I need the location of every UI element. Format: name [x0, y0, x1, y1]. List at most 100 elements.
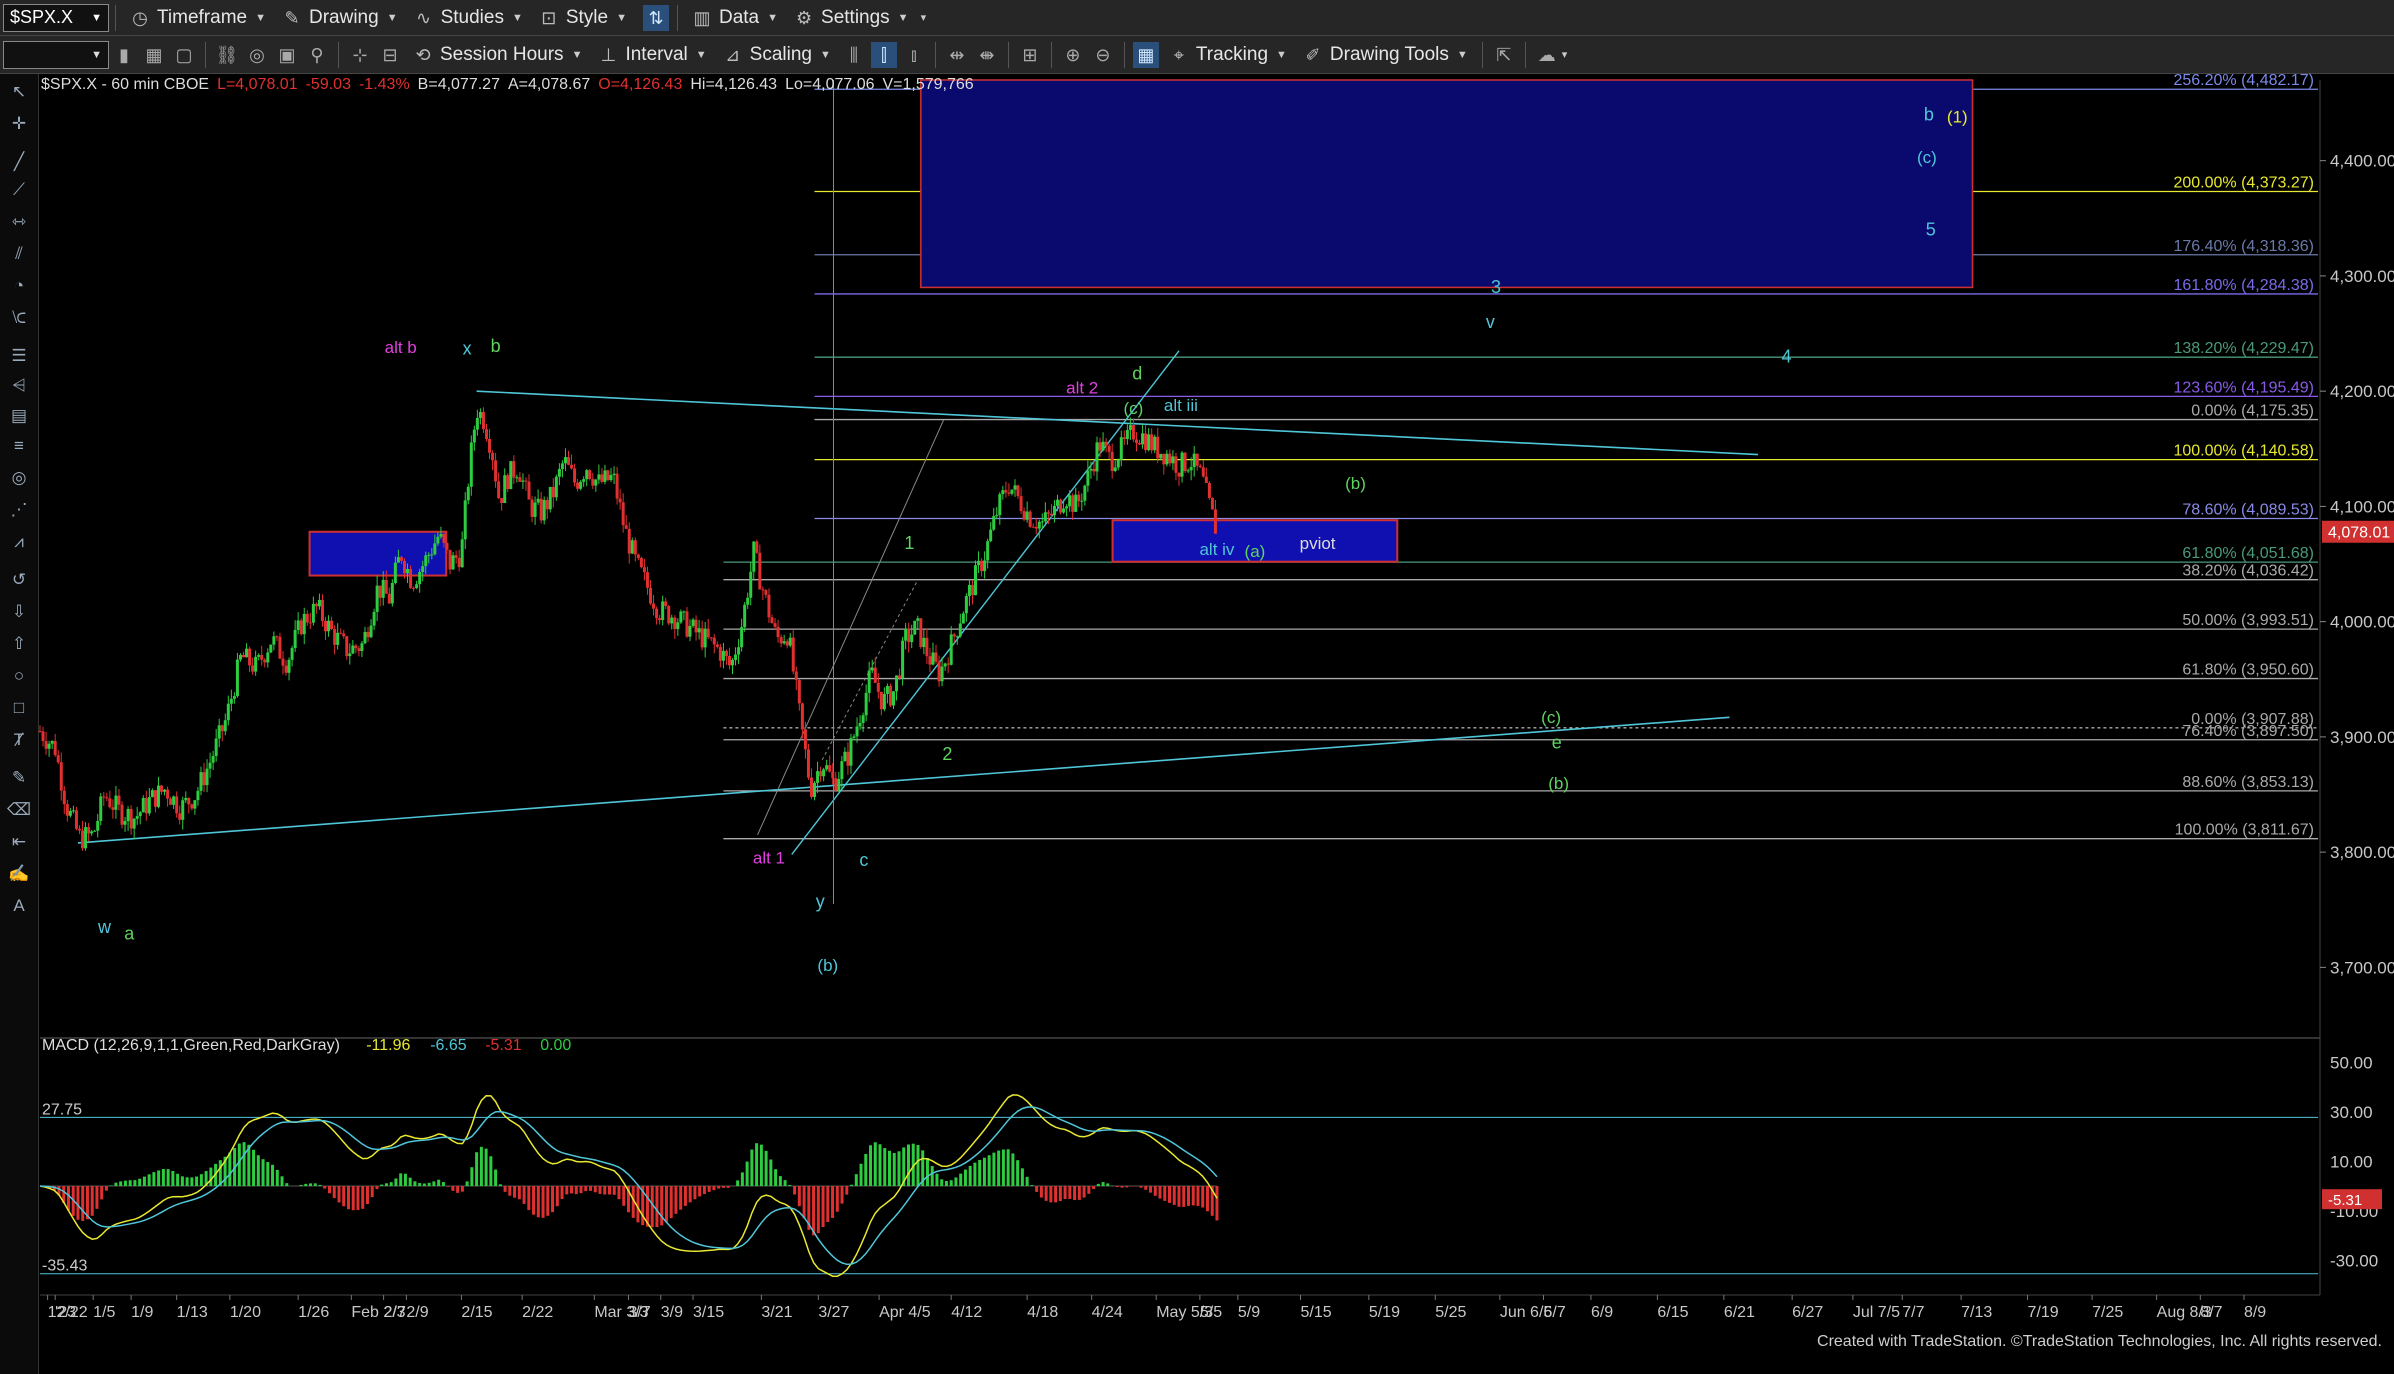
candle-body	[986, 541, 990, 561]
candle-body	[1186, 470, 1190, 472]
wave-label: (a)	[1245, 542, 1266, 561]
candle-body	[248, 648, 252, 666]
candle-body	[828, 765, 832, 772]
candle-body	[1125, 429, 1129, 440]
candle-body	[1040, 521, 1044, 523]
header-volume: V=1,579,766	[883, 76, 974, 93]
candle-body	[348, 653, 352, 657]
candle-body	[99, 796, 103, 821]
x-tick-label: 6/7	[1543, 1304, 1565, 1321]
candle-body	[484, 429, 488, 439]
candle-body	[1119, 437, 1123, 460]
candle-body	[421, 566, 425, 573]
candle-body	[90, 831, 94, 834]
candle-body	[794, 671, 798, 680]
candle-body	[840, 761, 844, 780]
candle-body	[251, 665, 255, 672]
x-tick-label: 6/21	[1724, 1304, 1755, 1321]
candle-body	[849, 737, 853, 766]
wave-label: (b)	[817, 956, 838, 975]
candle-body	[885, 685, 889, 694]
candle-body	[454, 555, 458, 558]
candle-body	[1007, 492, 1011, 494]
wave-label: w	[97, 917, 112, 937]
candle-body	[588, 470, 592, 479]
candle-body	[864, 692, 868, 716]
candle-body	[102, 796, 106, 798]
candle-body	[1141, 433, 1145, 445]
wave-label: v	[1486, 312, 1495, 332]
candle-body	[175, 796, 179, 814]
macd-last-label: -5.31	[2328, 1192, 2362, 1209]
candle-body	[649, 587, 653, 604]
candle-body	[715, 644, 719, 647]
candle-body	[302, 613, 306, 635]
candle-body	[688, 625, 692, 637]
candle-body	[658, 618, 662, 621]
candle-body	[1037, 521, 1041, 529]
candle-body	[579, 481, 583, 489]
candle-body	[53, 740, 57, 756]
candle-body	[41, 731, 45, 742]
candle-body	[1128, 425, 1132, 430]
candle-body	[809, 777, 813, 797]
candle-body	[916, 618, 920, 621]
candle-body	[676, 622, 680, 630]
candle-body	[888, 685, 892, 706]
candle-body	[108, 798, 112, 808]
candle-body	[700, 628, 704, 648]
candle-body	[1180, 452, 1184, 477]
candle-body	[488, 438, 492, 453]
candle-body	[895, 675, 899, 692]
candle-body	[475, 417, 479, 430]
candle-body	[861, 715, 865, 723]
fib-level-label: 38.20% (4,036.42)	[2182, 563, 2314, 580]
candle-body	[445, 542, 449, 550]
candle-body	[797, 679, 801, 704]
candle-body	[958, 623, 962, 637]
wave-label: alt iii	[1164, 396, 1198, 415]
candle-body	[551, 486, 555, 498]
macd-value: -6.65	[430, 1037, 467, 1054]
candle-body	[205, 768, 209, 786]
candle-body	[1089, 468, 1093, 471]
candle-body	[870, 667, 874, 671]
x-tick-label: 8/7	[2200, 1304, 2222, 1321]
candle-body	[618, 498, 622, 503]
candle-body	[943, 663, 947, 667]
candle-body	[56, 755, 60, 763]
target-box	[920, 79, 1974, 289]
candle-body	[949, 634, 953, 665]
candle-body	[245, 648, 249, 658]
candle-body	[919, 618, 923, 648]
candle-body	[114, 795, 118, 810]
candle-body	[500, 498, 504, 504]
candle-body	[412, 587, 416, 589]
candle-body	[682, 611, 686, 613]
candle-body	[324, 620, 328, 632]
candle-body	[791, 637, 795, 672]
candle-body	[998, 494, 1002, 516]
header-ask: A=4,078.67	[508, 76, 590, 93]
candle-body	[691, 619, 695, 626]
candle-body	[1004, 490, 1008, 493]
chart-area[interactable]: 256.20% (4,482.17)200.00% (4,373.27)176.…	[0, 0, 2394, 1353]
candle-body	[816, 771, 820, 783]
wave-label: 5	[1926, 220, 1936, 240]
candle-body	[591, 478, 595, 486]
candle-body	[858, 722, 862, 727]
fib-level-label: 123.60% (4,195.49)	[2173, 379, 2314, 396]
header-high: Hi=4,126.43	[690, 76, 777, 93]
candle-body	[934, 652, 938, 662]
candle-body	[955, 636, 959, 638]
candle-body	[144, 798, 148, 814]
candle-body	[524, 480, 528, 482]
candle-body	[989, 529, 993, 542]
candle-body	[38, 731, 42, 733]
candle-body	[463, 500, 467, 540]
candle-body	[336, 632, 340, 645]
candle-body	[138, 812, 142, 817]
candle-body	[81, 830, 85, 849]
last-price-label: 4,078.01	[2328, 525, 2390, 542]
candle-body	[867, 670, 871, 693]
